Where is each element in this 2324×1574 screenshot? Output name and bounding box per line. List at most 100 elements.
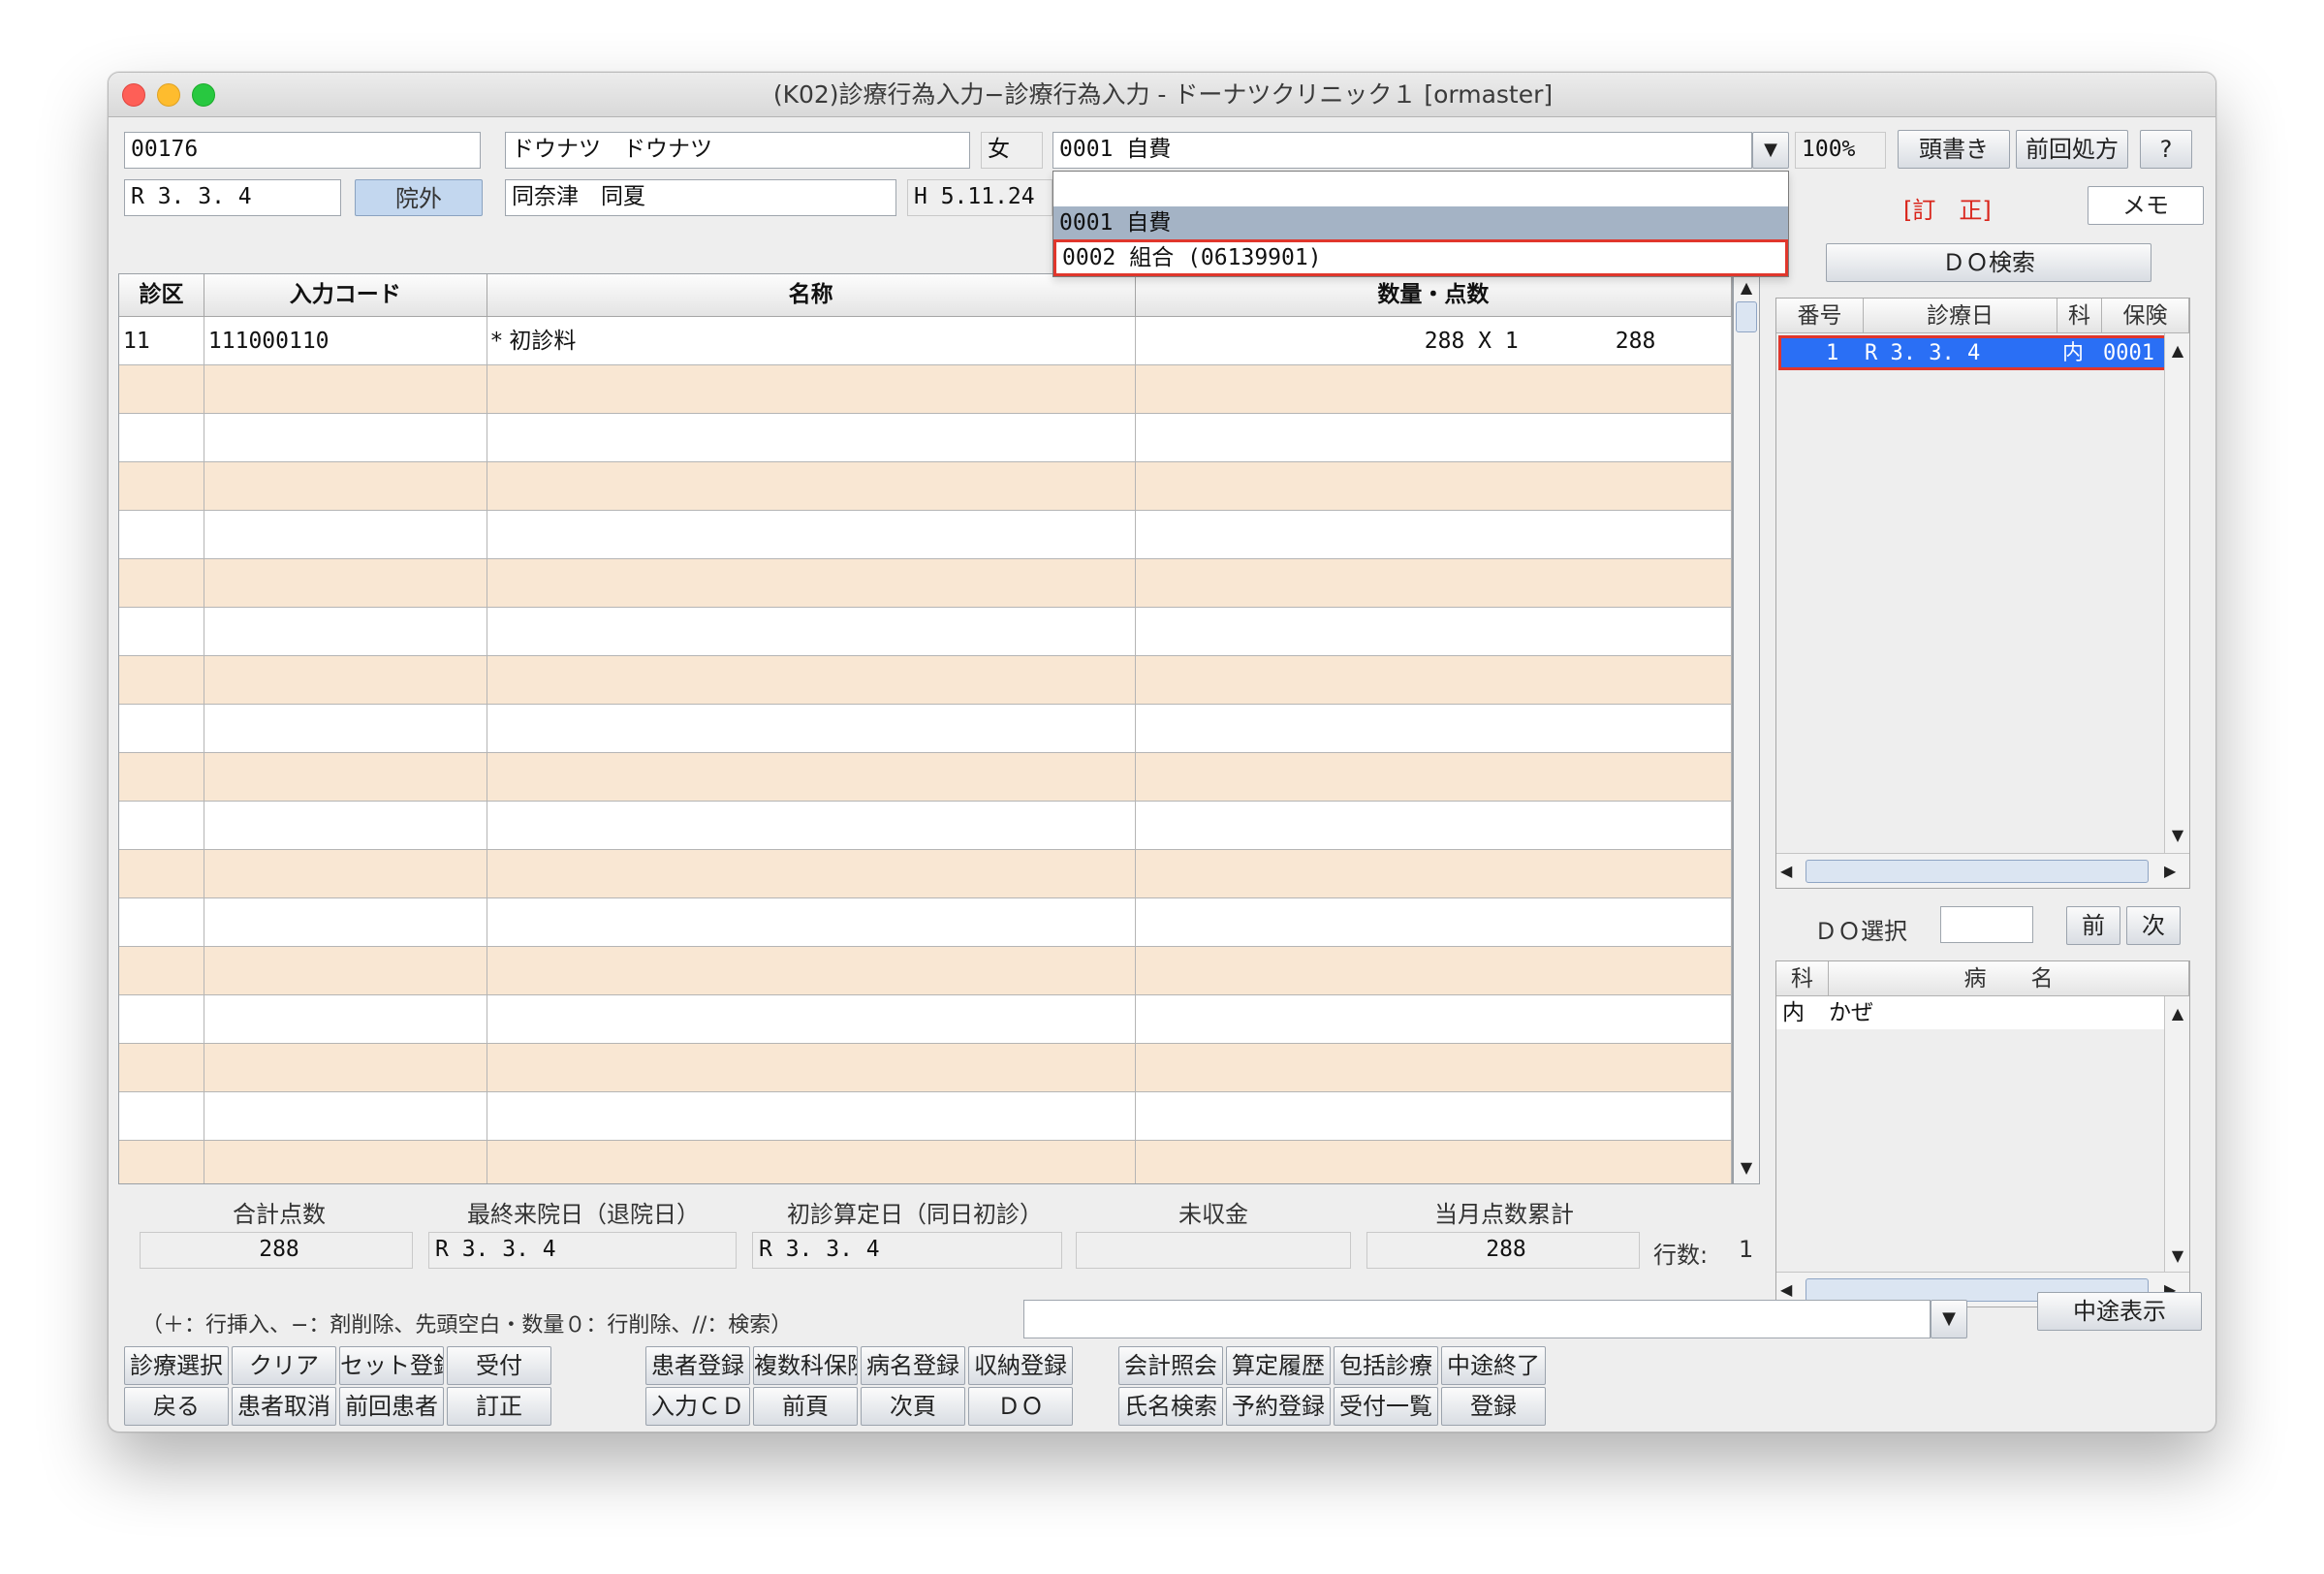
grid-cell[interactable]: [1135, 656, 1732, 705]
grid-cell[interactable]: [487, 511, 1136, 559]
grid-cell[interactable]: [487, 1141, 1136, 1183]
column-header[interactable]: 診区: [119, 274, 204, 317]
table-row[interactable]: [119, 850, 1732, 898]
scroll-right-icon[interactable]: ▶: [2164, 862, 2176, 880]
scroll-down-icon[interactable]: ▼: [1734, 1158, 1759, 1177]
function-button[interactable]: 算定履歴: [1226, 1346, 1331, 1385]
disease-row[interactable]: 内 かぜ: [1776, 996, 2164, 1029]
midway-display-button[interactable]: 中途表示: [2037, 1292, 2202, 1331]
grid-cell[interactable]: [487, 414, 1136, 462]
grid-cell[interactable]: [204, 898, 487, 947]
grid-cell[interactable]: [119, 656, 204, 705]
dropdown-option-selected[interactable]: 0001 自費: [1053, 206, 1788, 239]
grid-cell[interactable]: [119, 753, 204, 802]
grid-cell[interactable]: [1135, 1092, 1732, 1141]
memo-button[interactable]: メモ: [2088, 186, 2204, 225]
grid-cell[interactable]: [204, 850, 487, 898]
table-row[interactable]: [119, 802, 1732, 850]
grid-cell[interactable]: [119, 995, 204, 1044]
scroll-left-icon[interactable]: ◀: [1780, 1280, 1792, 1299]
grid-cell[interactable]: [119, 1141, 204, 1183]
grid-cell[interactable]: [487, 365, 1136, 414]
grid-cell[interactable]: [119, 365, 204, 414]
grid-cell[interactable]: [487, 462, 1136, 511]
grid-cell[interactable]: [119, 898, 204, 947]
command-input[interactable]: [1023, 1300, 1931, 1338]
grid-cell[interactable]: [204, 608, 487, 656]
function-button[interactable]: セット登録: [339, 1346, 444, 1385]
disease-header[interactable]: 病 名: [1829, 961, 2189, 996]
scroll-down-icon[interactable]: ▼: [2165, 826, 2190, 844]
function-button[interactable]: 患者登録: [645, 1346, 750, 1385]
grid-cell[interactable]: [119, 414, 204, 462]
scroll-thumb[interactable]: [1806, 860, 2149, 883]
grid-cell[interactable]: [204, 1044, 487, 1092]
grid-cell[interactable]: [1135, 1044, 1732, 1092]
scroll-up-icon[interactable]: ▲: [2165, 1004, 2190, 1023]
do-select-input[interactable]: [1940, 906, 2033, 943]
column-header[interactable]: 名称: [487, 274, 1136, 317]
insurance-select[interactable]: 0001 自費: [1052, 132, 1752, 169]
grid-cell[interactable]: [487, 995, 1136, 1044]
grid-cell[interactable]: [204, 656, 487, 705]
history-header[interactable]: 科: [2057, 299, 2102, 333]
grid-cell[interactable]: [204, 365, 487, 414]
grid-cell[interactable]: [119, 947, 204, 995]
table-row[interactable]: [119, 705, 1732, 753]
scroll-up-icon[interactable]: ▲: [2165, 341, 2190, 360]
code-cell[interactable]: 111000110: [204, 317, 487, 365]
grid-cell[interactable]: [1136, 1141, 1732, 1183]
help-button[interactable]: ?: [2140, 130, 2192, 169]
grid-cell[interactable]: [204, 753, 487, 802]
table-row[interactable]: [119, 947, 1732, 995]
history-row[interactable]: 1 R 3. 3. 4 内 0001: [1778, 335, 2189, 370]
table-row[interactable]: [119, 559, 1732, 608]
insurance-dropdown-button[interactable]: ▼: [1752, 132, 1789, 169]
table-row[interactable]: [119, 753, 1732, 802]
table-row[interactable]: [119, 995, 1732, 1044]
grid-cell[interactable]: [487, 898, 1136, 947]
grid-cell[interactable]: [119, 850, 204, 898]
table-row[interactable]: [119, 608, 1732, 656]
function-button[interactable]: 入力ＣＤ: [645, 1387, 750, 1426]
grid-cell[interactable]: [1135, 995, 1732, 1044]
function-button[interactable]: 氏名検索: [1118, 1387, 1223, 1426]
history-header[interactable]: 保険: [2102, 299, 2189, 333]
function-button[interactable]: 会計照会: [1118, 1346, 1223, 1385]
grid-cell[interactable]: [204, 802, 487, 850]
grid-cell[interactable]: [487, 1092, 1136, 1141]
function-button[interactable]: 受付: [447, 1346, 551, 1385]
header-button[interactable]: 頭書き: [1898, 130, 2010, 169]
table-row[interactable]: [119, 656, 1732, 705]
dropdown-option-highlighted[interactable]: 0002 組合 (06139901): [1053, 239, 1788, 276]
function-button[interactable]: 登録: [1441, 1387, 1546, 1426]
grid-cell[interactable]: [1135, 365, 1732, 414]
grid-cell[interactable]: [204, 559, 487, 608]
function-button[interactable]: 予約登録: [1226, 1387, 1331, 1426]
function-button[interactable]: 複数科保険: [753, 1346, 858, 1385]
grid-cell[interactable]: [119, 511, 204, 559]
grid-cell[interactable]: [487, 608, 1136, 656]
previous-prescription-button[interactable]: 前回処方: [2016, 130, 2128, 169]
function-button[interactable]: 受付一覧: [1334, 1387, 1438, 1426]
grid-cell[interactable]: [204, 947, 487, 995]
grid-scrollbar[interactable]: ▲ ▼: [1733, 273, 1760, 1184]
table-row[interactable]: [119, 1092, 1732, 1141]
grid-cell[interactable]: [119, 608, 204, 656]
grid-cell[interactable]: [487, 559, 1136, 608]
table-row[interactable]: [119, 898, 1732, 947]
function-button[interactable]: 次頁: [861, 1387, 965, 1426]
grid-cell[interactable]: [487, 753, 1136, 802]
grid-cell[interactable]: [487, 705, 1136, 753]
grid-cell[interactable]: [119, 462, 204, 511]
function-button[interactable]: 訂正: [447, 1387, 551, 1426]
qty-cell[interactable]: 288 X 1 288: [1135, 317, 1732, 365]
grid-cell[interactable]: [204, 995, 487, 1044]
grid-cell[interactable]: [204, 462, 487, 511]
grid-cell[interactable]: [1135, 850, 1732, 898]
history-hscroll[interactable]: ◀ ▶: [1776, 853, 2189, 888]
function-button[interactable]: 前回患者: [339, 1387, 444, 1426]
scroll-thumb[interactable]: [1736, 301, 1757, 332]
table-row[interactable]: [119, 1044, 1732, 1092]
grid-cell[interactable]: [204, 511, 487, 559]
